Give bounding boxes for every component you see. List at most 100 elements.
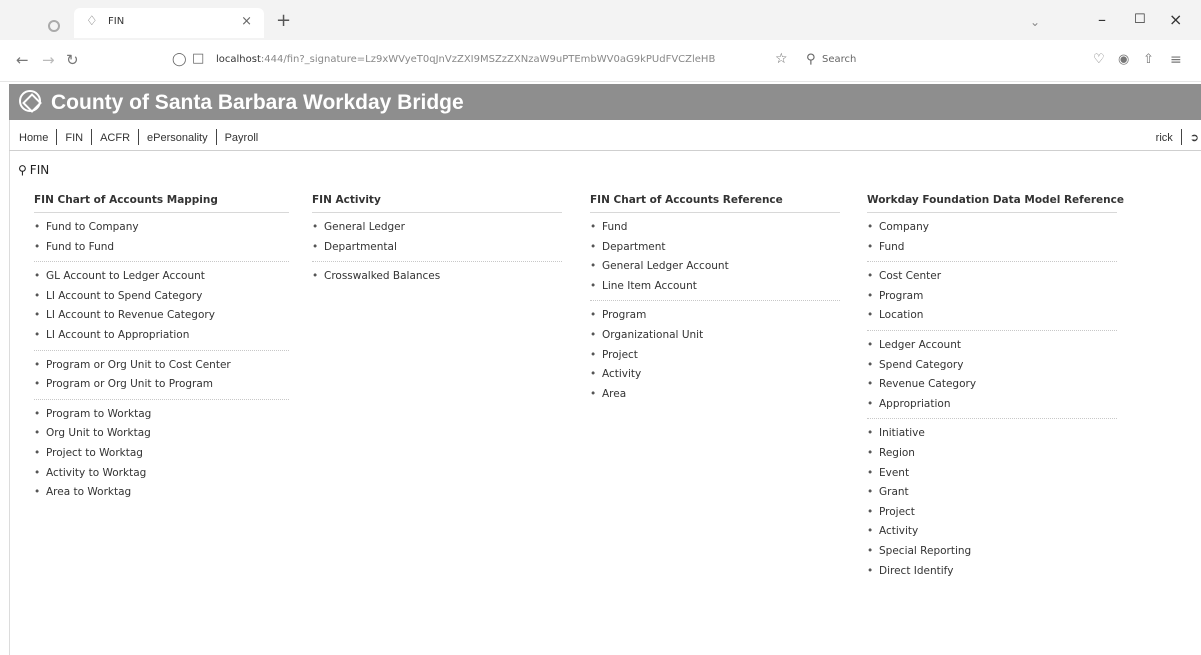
list-item-label[interactable]: Activity to Worktag xyxy=(46,467,146,479)
list-item[interactable]: • Appropriation xyxy=(867,395,1117,415)
menu-acfr[interactable]: ACFR xyxy=(100,132,130,144)
extensions-icon[interactable]: ⇧ xyxy=(1143,51,1154,69)
list-item-label[interactable]: Program xyxy=(602,309,646,321)
list-item-label[interactable]: Fund xyxy=(602,221,627,233)
list-item-label[interactable]: Direct Identify xyxy=(879,565,953,577)
list-item-label[interactable]: LI Account to Appropriation xyxy=(46,329,189,341)
list-item-label[interactable]: Program xyxy=(879,290,923,302)
list-item[interactable]: • LI Account to Appropriation xyxy=(34,326,289,346)
list-item-label[interactable]: Region xyxy=(879,447,915,459)
list-item[interactable]: • Departmental xyxy=(312,238,562,258)
list-item[interactable]: • Fund to Fund xyxy=(34,238,289,258)
shield-icon[interactable]: ◯ xyxy=(172,52,187,67)
list-item[interactable]: • Grant xyxy=(867,483,1117,503)
list-item-label[interactable]: Fund xyxy=(879,241,904,253)
list-item[interactable]: • Area xyxy=(590,385,840,405)
menu-payroll[interactable]: Payroll xyxy=(225,132,259,144)
page-info-icon[interactable]: □ xyxy=(192,51,204,66)
list-item[interactable]: • Area to Worktag xyxy=(34,483,289,503)
menu-epersonality[interactable]: ePersonality xyxy=(147,132,208,144)
list-item-label[interactable]: General Ledger xyxy=(324,221,405,233)
list-item-label[interactable]: Department xyxy=(602,241,666,253)
list-item[interactable]: • Direct Identify xyxy=(867,562,1117,582)
list-item-label[interactable]: Organizational Unit xyxy=(602,329,703,341)
list-item-label[interactable]: Area xyxy=(602,388,626,400)
list-item-label[interactable]: Project xyxy=(879,506,915,518)
forward-icon[interactable]: → xyxy=(42,51,55,69)
list-item-label[interactable]: Spend Category xyxy=(879,359,963,371)
list-item[interactable]: • General Ledger xyxy=(312,218,562,238)
list-item-label[interactable]: GL Account to Ledger Account xyxy=(46,270,205,282)
list-item[interactable]: • Activity xyxy=(867,522,1117,542)
list-item-label[interactable]: Program or Org Unit to Cost Center xyxy=(46,359,231,371)
minimize-icon[interactable]: – xyxy=(1098,10,1106,30)
list-item-label[interactable]: Program or Org Unit to Program xyxy=(46,378,213,390)
list-item[interactable]: • Program or Org Unit to Cost Center xyxy=(34,356,289,376)
list-item[interactable]: • Cost Center xyxy=(867,267,1117,287)
list-item[interactable]: • Crosswalked Balances xyxy=(312,267,562,287)
list-item-label[interactable]: Line Item Account xyxy=(602,280,697,292)
list-item-label[interactable]: Company xyxy=(879,221,929,233)
list-item-label[interactable]: Project to Worktag xyxy=(46,447,143,459)
list-item-label[interactable]: Project xyxy=(602,349,638,361)
list-item-label[interactable]: Fund to Company xyxy=(46,221,139,233)
list-item[interactable]: • Location xyxy=(867,306,1117,326)
list-item-label[interactable]: Activity xyxy=(602,368,641,380)
back-icon[interactable]: ← xyxy=(16,51,29,69)
list-item[interactable]: • Ledger Account xyxy=(867,336,1117,356)
list-item[interactable]: • Activity xyxy=(590,365,840,385)
list-item-label[interactable]: Activity xyxy=(879,525,918,537)
list-item[interactable]: • Event xyxy=(867,464,1117,484)
list-item-label[interactable]: Cost Center xyxy=(879,270,941,282)
list-item-label[interactable]: Grant xyxy=(879,486,909,498)
list-item[interactable]: • Project xyxy=(590,346,840,366)
list-item-label[interactable]: Initiative xyxy=(879,427,925,439)
list-item[interactable]: • Program or Org Unit to Program xyxy=(34,375,289,395)
username[interactable]: rick xyxy=(1156,132,1173,144)
list-item[interactable]: • Spend Category xyxy=(867,356,1117,376)
list-item[interactable]: • Org Unit to Worktag xyxy=(34,424,289,444)
search-field[interactable]: Search xyxy=(822,54,856,65)
list-item-label[interactable]: Event xyxy=(879,467,909,479)
list-item-label[interactable]: General Ledger Account xyxy=(602,260,729,272)
list-item[interactable]: • Organizational Unit xyxy=(590,326,840,346)
list-item-label[interactable]: Departmental xyxy=(324,241,397,253)
list-item[interactable]: • Program xyxy=(867,287,1117,307)
list-item[interactable]: • Fund xyxy=(590,218,840,238)
bookmark-star-icon[interactable]: ☆ xyxy=(775,51,788,67)
list-item-label[interactable]: Revenue Category xyxy=(879,378,976,390)
list-item[interactable]: • LI Account to Revenue Category xyxy=(34,306,289,326)
menu-home[interactable]: Home xyxy=(19,132,48,144)
list-item-label[interactable]: Program to Worktag xyxy=(46,408,151,420)
address-bar[interactable]: localhost:444/fin?_signature=Lz9xWVyeT0q… xyxy=(216,54,771,65)
maximize-icon[interactable]: ☐ xyxy=(1134,10,1146,30)
app-menu-icon[interactable]: ≡ xyxy=(1170,51,1182,69)
list-item-label[interactable]: Ledger Account xyxy=(879,339,961,351)
list-item-label[interactable]: LI Account to Spend Category xyxy=(46,290,202,302)
browser-menu-icon[interactable] xyxy=(48,20,60,32)
list-item-label[interactable]: Crosswalked Balances xyxy=(324,270,440,282)
list-item-label[interactable]: Area to Worktag xyxy=(46,486,131,498)
list-item-label[interactable]: Appropriation xyxy=(879,398,950,410)
list-item[interactable]: • Initiative xyxy=(867,424,1117,444)
list-item[interactable]: • General Ledger Account xyxy=(590,257,840,277)
tab-list-chevron-icon[interactable]: ⌄ xyxy=(1030,15,1040,29)
new-tab-icon[interactable]: + xyxy=(276,12,291,30)
list-item[interactable]: • Company xyxy=(867,218,1117,238)
extension-shield-icon[interactable]: ◉ xyxy=(1118,51,1129,69)
list-item-label[interactable]: Location xyxy=(879,309,923,321)
list-item[interactable]: • Revenue Category xyxy=(867,375,1117,395)
list-item[interactable]: • Project xyxy=(867,503,1117,523)
browser-tab[interactable]: ♢ FIN × xyxy=(74,8,264,38)
list-item[interactable]: • Activity to Worktag xyxy=(34,464,289,484)
list-item-label[interactable]: Org Unit to Worktag xyxy=(46,427,151,439)
close-tab-icon[interactable]: × xyxy=(241,14,252,29)
list-item[interactable]: • Fund xyxy=(867,238,1117,258)
close-window-icon[interactable]: × xyxy=(1169,10,1182,30)
list-item[interactable]: • Special Reporting xyxy=(867,542,1117,562)
list-item[interactable]: • Project to Worktag xyxy=(34,444,289,464)
list-item[interactable]: • LI Account to Spend Category xyxy=(34,287,289,307)
list-item-label[interactable]: LI Account to Revenue Category xyxy=(46,309,215,321)
list-item[interactable]: • Fund to Company xyxy=(34,218,289,238)
list-item[interactable]: • Program to Worktag xyxy=(34,405,289,425)
